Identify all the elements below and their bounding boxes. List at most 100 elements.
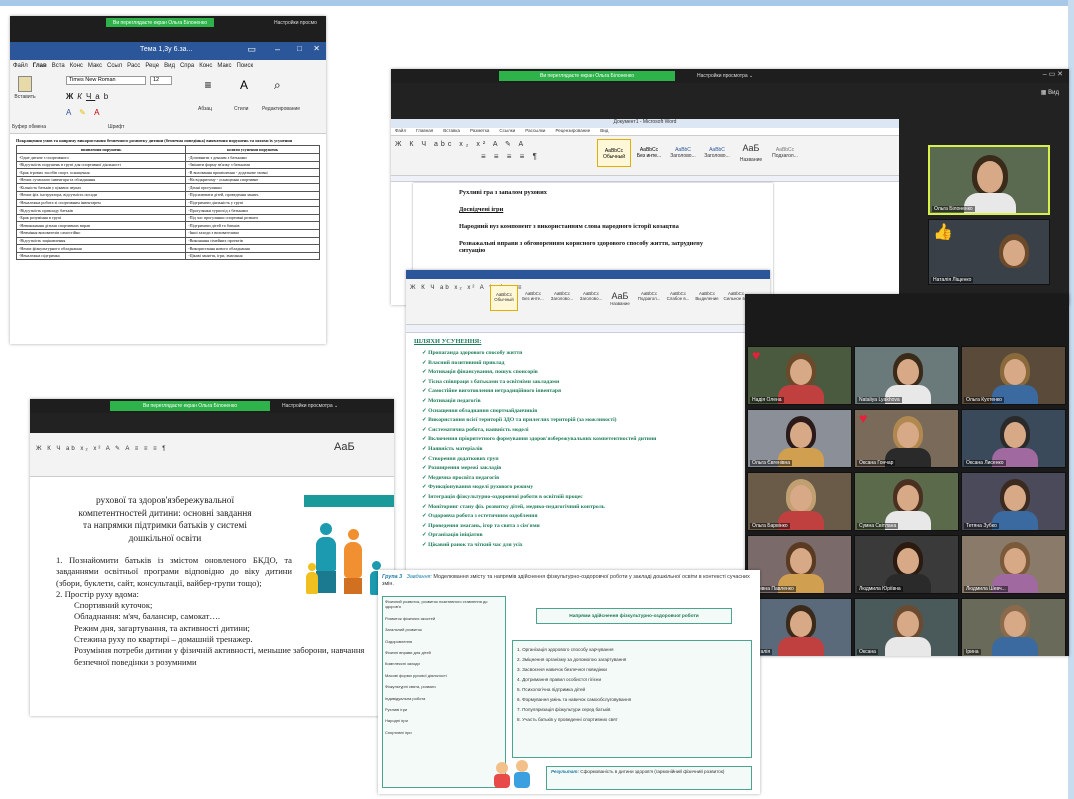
left-box-item: Фізичні вправи для дітей [385,650,431,656]
participant-tile[interactable]: Оксана [854,598,959,656]
ribbon-toggle-icon[interactable]: ▭ [247,44,256,55]
tab-extra2[interactable]: Макс [217,63,231,69]
style-preset[interactable]: AaБ Название [606,285,634,311]
tab-search[interactable]: Поиск [236,63,253,69]
tab-insert[interactable]: Вста [52,63,65,69]
tab-review[interactable]: Реце [145,63,159,69]
list-item: Самостійне виготовлення нетрадиційного і… [422,387,706,397]
tab-file[interactable]: Файл [13,63,28,69]
tab-view-2[interactable]: Вид [600,128,608,135]
paragraph-icon[interactable]: ≡ [196,78,220,102]
style-preset[interactable]: AaBbCc Слабое в... [664,285,692,311]
style-preset[interactable]: AaBbCc Заголово... [577,285,605,311]
share-banner-2: Ви переглядаєте екран Ольга Білоненко [499,71,675,81]
slide-style-sample[interactable]: AaБ [334,441,355,453]
minimize-icon[interactable]: – [275,44,280,54]
font-size-select[interactable]: 12 [150,76,172,85]
style-title-2[interactable]: AaБ Название [735,139,767,167]
participant-tile[interactable]: Ольга Кухтенко [961,346,1066,405]
align-buttons-2[interactable]: ≡ ≡ ≡ ≡ ¶ [481,152,540,161]
format-buttons-2[interactable]: Ж К Ч abc x₂ x² A ✎ A [395,140,526,148]
style-label: Выделение [695,296,719,301]
center-box: Напрями здійснення фізкультурно-оздоровч… [536,608,732,624]
participant-tile[interactable]: Ірина [961,598,1066,656]
style-heading2-2[interactable]: AaBbC Заголово... [701,139,733,167]
doc-line-4: Розважальні вправи з обговоренням корисн… [459,240,704,254]
tab-insert-2[interactable]: Вставка [443,128,460,135]
underline-icon[interactable]: Ч [86,92,95,101]
slide-format-buttons[interactable]: Ж К Ч ab x₂ x² A ✎ A ≡ ≡ ≡ ¶ [36,445,167,452]
participant-tile[interactable]: Ольга Євгенівна [747,409,852,468]
paste-button[interactable]: Вставить [14,76,36,110]
family-banner [304,495,394,507]
heart-reaction-icon: ♥ [859,410,868,426]
tab-mailings[interactable]: Расс [127,63,140,69]
tab-references-2[interactable]: Ссылки [499,128,515,135]
tab-view[interactable]: Вид [164,63,175,69]
participant-tile-top-1[interactable]: Ольга Білоненко [928,145,1050,215]
participant-tile[interactable]: Наталія [747,598,852,656]
strike-icon[interactable]: ab [95,92,112,101]
tab-layout-2[interactable]: Разметка [470,128,489,135]
participant-tile[interactable]: Сумна Світлана [854,472,959,531]
style-preset[interactable]: AaBbCc Без инте... [519,285,547,311]
list-item: Пропаганда здорового способу життя [422,349,706,359]
style-preset[interactable]: AaBbCc Обычный [490,285,518,311]
style-nospace-2[interactable]: AaBbCc Без инте... [633,139,665,167]
text-effects-icon[interactable]: A [66,108,71,117]
left-box-item: Фізкультурні свята, розваги [385,684,436,690]
tab-home-2[interactable]: Главная [416,128,433,135]
tab-help[interactable]: Спра [180,63,194,69]
participant-tile[interactable]: ♥ Оксана Гончар [854,409,959,468]
participant-tile[interactable]: Людмила Юріївна [854,535,959,594]
style-normal-2[interactable]: AaBbCc Обычный [597,139,631,167]
maximize-icon[interactable]: □ [297,44,302,53]
style-label: Обычный [494,297,514,302]
view-options-button-3[interactable]: Настройки просмотра ⌄ [282,401,338,411]
editing-group-label: Редактирование [262,106,301,112]
left-box-item: Фізичний розвиток, розвиток позитивного … [385,599,488,610]
participant-tile[interactable]: Людмила Шевч... [961,535,1066,594]
highlight-icon[interactable]: ✎ [79,108,86,117]
issue-cell: -Відсутність прикладу батьків [15,206,187,215]
close-icon[interactable]: ✕ [313,44,320,53]
participant-tile[interactable]: Ольга Барвінко [747,472,852,531]
participant-name: Ірина [964,649,981,655]
font-color-icon[interactable]: A [94,108,99,117]
view-options-button-2[interactable]: Настройки просмотра ⌄ [697,71,753,81]
view-options-button[interactable]: Настройки просмо [274,18,317,28]
style-heading1-2[interactable]: AaBbC Заголово... [667,139,699,167]
window-controls[interactable]: – ▭ ✕ [1043,70,1063,78]
tab-file-2[interactable]: Файл [395,128,406,135]
father-icon [316,523,336,593]
find-icon[interactable]: ⌕ [274,78,281,93]
participant-tile[interactable]: Ігорівна Павленко [747,535,852,594]
styles-icon[interactable]: A [232,78,256,102]
tab-layout[interactable]: Макс [88,63,102,69]
participant-tile[interactable]: Оксана Лисенко [961,409,1066,468]
style-subtitle-2[interactable]: AaBbCc Подзагол... [769,139,801,167]
tab-design[interactable]: Конс [70,63,83,69]
left-box-item: Оздоровлення [385,638,413,644]
style-preset[interactable]: AaBbCc Заголово... [548,285,576,311]
style-preset[interactable]: AaBbCc Выделение [693,285,721,311]
collage-frame: Ви переглядаєте екран Ольга Білоненко На… [0,0,1074,799]
style-label: Слабое в... [666,296,690,301]
list-item: Оснащення обладнання спортмайданчиків [422,407,706,417]
bold-icon[interactable]: Ж [66,92,77,101]
participant-face [1004,359,1026,385]
participant-tile[interactable]: Nataliya Lyakhova [854,346,959,405]
participant-tile[interactable]: Тетяна Зубко [961,472,1066,531]
participant-tile-top-2[interactable]: 👍 Наталія Ліщенко [928,219,1050,285]
style-preset[interactable]: AaBbCc Подзагол... [635,285,663,311]
tab-home[interactable]: Глав [33,63,47,69]
italic-icon[interactable]: К [77,92,86,101]
tab-references[interactable]: Ссыл [107,63,122,69]
font-name-select[interactable]: Times New Roman [66,76,146,85]
tab-review-2[interactable]: Рецензирование [555,128,590,135]
participant-tile[interactable]: ♥ Надія Олена [747,346,852,405]
view-menu[interactable]: ▦ Вид [1041,89,1059,96]
tab-mailings-2[interactable]: Рассылки [525,128,545,135]
participant-face [1004,485,1026,511]
tab-extra1[interactable]: Конс [199,63,212,69]
